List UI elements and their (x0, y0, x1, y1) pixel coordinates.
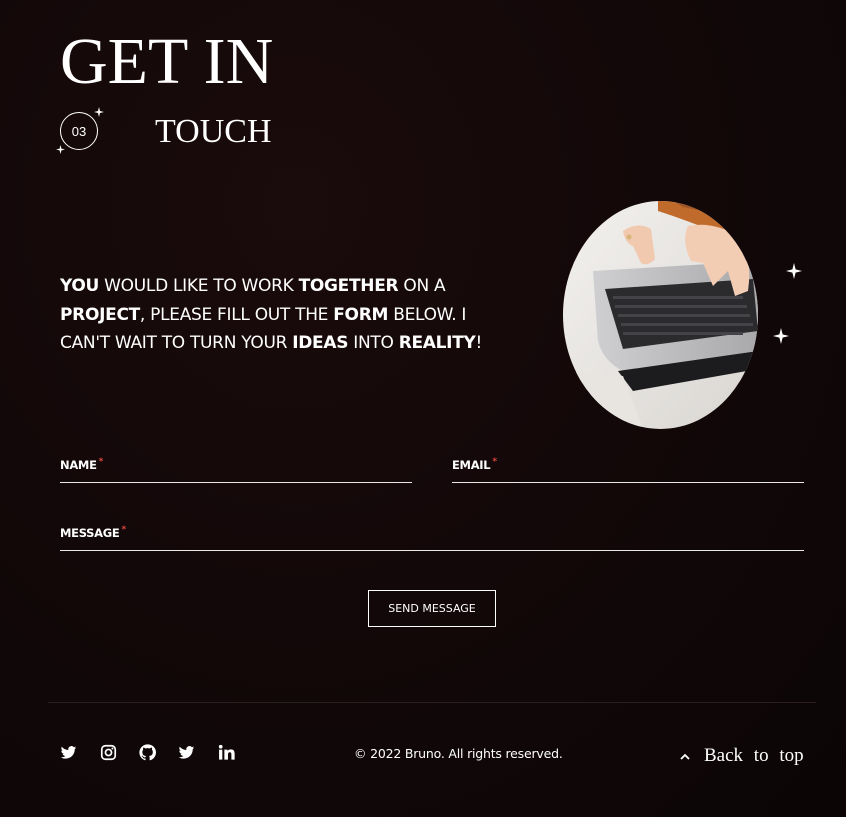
intro-segment: ! (475, 333, 483, 353)
intro-segment: WOULD LIKE TO WORK (99, 276, 299, 296)
intro-emphasis: IDEAS (292, 333, 349, 353)
email-label: EMAIL (452, 458, 491, 472)
sparkle-icon (773, 328, 789, 349)
intro-segment: INTO (348, 333, 399, 353)
sparkle-icon (56, 145, 65, 157)
email-field[interactable]: EMAIL * (452, 455, 804, 483)
github-icon[interactable] (139, 744, 156, 761)
required-marker: * (492, 457, 497, 467)
intro-segment: ON A (398, 276, 446, 296)
twitter-icon[interactable] (60, 744, 77, 761)
back-to-top-link[interactable]: Back to top (680, 745, 804, 767)
section-number-badge: 03 (60, 112, 98, 150)
instagram-icon[interactable] (100, 744, 117, 761)
sparkle-icon (94, 107, 104, 120)
required-marker: * (121, 525, 126, 535)
intro-segment: , PLEASE FILL OUT THE (139, 304, 334, 325)
intro-emphasis: FORM (333, 304, 389, 325)
twitter-icon[interactable] (178, 744, 195, 761)
footer-divider (48, 702, 816, 703)
name-field[interactable]: NAME * (60, 455, 412, 483)
intro-emphasis: REALITY (398, 333, 476, 353)
required-marker: * (98, 457, 104, 467)
page-title-line2: TOUCH (155, 113, 272, 150)
message-field[interactable]: MESSAGE * (60, 523, 804, 551)
message-label: MESSAGE (60, 526, 120, 540)
copyright-text: © 2022 Bruno. All rights reserved. (354, 746, 563, 761)
name-label: NAME (60, 458, 97, 472)
linkedin-icon[interactable] (218, 744, 235, 761)
intro-emphasis: YOU (60, 276, 100, 296)
sparkle-icon (786, 263, 802, 284)
intro-emphasis: TOGETHER (298, 276, 399, 296)
intro-text: YOU WOULD LIKE TO WORK TOGETHER ON A PRO… (60, 272, 510, 358)
send-message-button[interactable]: SEND MESSAGE (368, 590, 496, 627)
laptop-photo (563, 201, 758, 429)
back-to-top-label: Back to top (704, 745, 804, 766)
chevron-up-icon (680, 749, 690, 763)
intro-emphasis: PROJECT (60, 304, 140, 325)
page-title-line1: GET IN (60, 25, 274, 98)
